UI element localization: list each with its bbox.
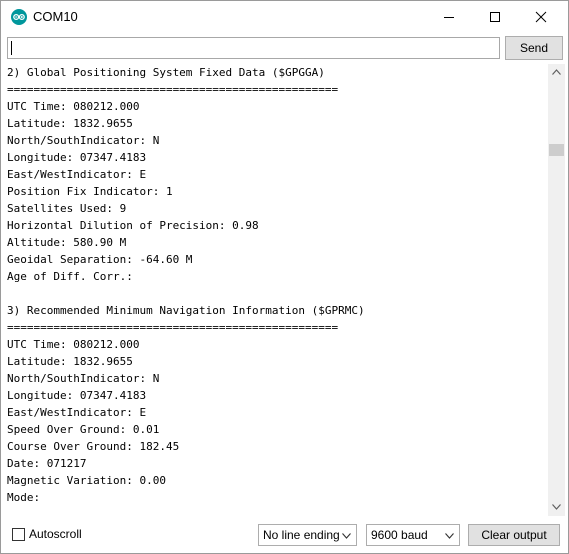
- serial-monitor-window: COM10 Send 2) Global Positioning System …: [0, 0, 569, 554]
- output-line: Mode:: [7, 491, 41, 504]
- output-line: 2) Global Positioning System Fixed Data …: [7, 66, 325, 79]
- output-line: Latitude: 1832.9655: [7, 355, 133, 368]
- output-line: East/WestIndicator: E: [7, 168, 147, 181]
- minimize-icon: [444, 17, 454, 18]
- title-bar: COM10: [1, 1, 568, 33]
- output-line: North/SouthIndicator: N: [7, 134, 160, 147]
- output-line: Latitude: 1832.9655: [7, 117, 133, 130]
- send-button[interactable]: Send: [505, 36, 563, 60]
- output-line: ========================================…: [7, 321, 339, 334]
- text-caret: [11, 41, 12, 55]
- output-line: Position Fix Indicator: 1: [7, 185, 173, 198]
- output-line: Geoidal Separation: -64.60 M: [7, 253, 193, 266]
- output-line: Speed Over Ground: 0.01: [7, 423, 160, 436]
- scroll-up-button[interactable]: [548, 64, 565, 81]
- autoscroll-label: Autoscroll: [29, 527, 82, 541]
- clear-output-button[interactable]: Clear output: [468, 524, 560, 546]
- output-line: Date: 071217: [7, 457, 87, 470]
- output-line: Age of Diff. Corr.:: [7, 270, 133, 283]
- chevron-down-icon: [342, 533, 351, 539]
- output-line: ========================================…: [7, 83, 339, 96]
- scroll-down-icon: [552, 504, 561, 510]
- serial-output[interactable]: 2) Global Positioning System Fixed Data …: [5, 64, 548, 516]
- output-line: East/WestIndicator: E: [7, 406, 147, 419]
- output-line: Satellites Used: 9: [7, 202, 127, 215]
- maximize-icon: [490, 12, 500, 22]
- output-line: Magnetic Variation: 0.00: [7, 474, 166, 487]
- line-ending-value: No line ending: [263, 528, 340, 542]
- output-line: North/SouthIndicator: N: [7, 372, 160, 385]
- chevron-down-icon: [445, 533, 454, 539]
- baud-rate-select[interactable]: 9600 baud: [366, 524, 460, 546]
- line-ending-select[interactable]: No line ending: [258, 524, 357, 546]
- output-line: UTC Time: 080212.000: [7, 338, 140, 351]
- close-button[interactable]: [518, 1, 564, 33]
- output-line: 3) Recommended Minimum Navigation Inform…: [7, 304, 365, 317]
- arduino-logo-icon: [11, 9, 27, 25]
- command-row: [1, 33, 568, 63]
- output-line: Course Over Ground: 182.45: [7, 440, 180, 453]
- output-line: Longitude: 07347.4183: [7, 151, 147, 164]
- vertical-scrollbar[interactable]: [548, 64, 565, 516]
- baud-rate-value: 9600 baud: [371, 528, 428, 542]
- footer-bar: Autoscroll No line ending 9600 baud Clea…: [1, 516, 568, 553]
- close-icon: [535, 11, 547, 23]
- scroll-up-icon: [552, 69, 561, 75]
- scroll-down-button[interactable]: [548, 499, 565, 516]
- autoscroll-checkbox[interactable]: [12, 528, 25, 541]
- output-line: Longitude: 07347.4183: [7, 389, 147, 402]
- scroll-thumb[interactable]: [549, 144, 564, 156]
- output-line: Horizontal Dilution of Precision: 0.98: [7, 219, 259, 232]
- minimize-button[interactable]: [426, 1, 472, 33]
- output-line: UTC Time: 080212.000: [7, 100, 140, 113]
- window-title: COM10: [33, 9, 78, 24]
- maximize-button[interactable]: [472, 1, 518, 33]
- command-input[interactable]: [7, 37, 500, 59]
- output-line: Altitude: 580.90 M: [7, 236, 127, 249]
